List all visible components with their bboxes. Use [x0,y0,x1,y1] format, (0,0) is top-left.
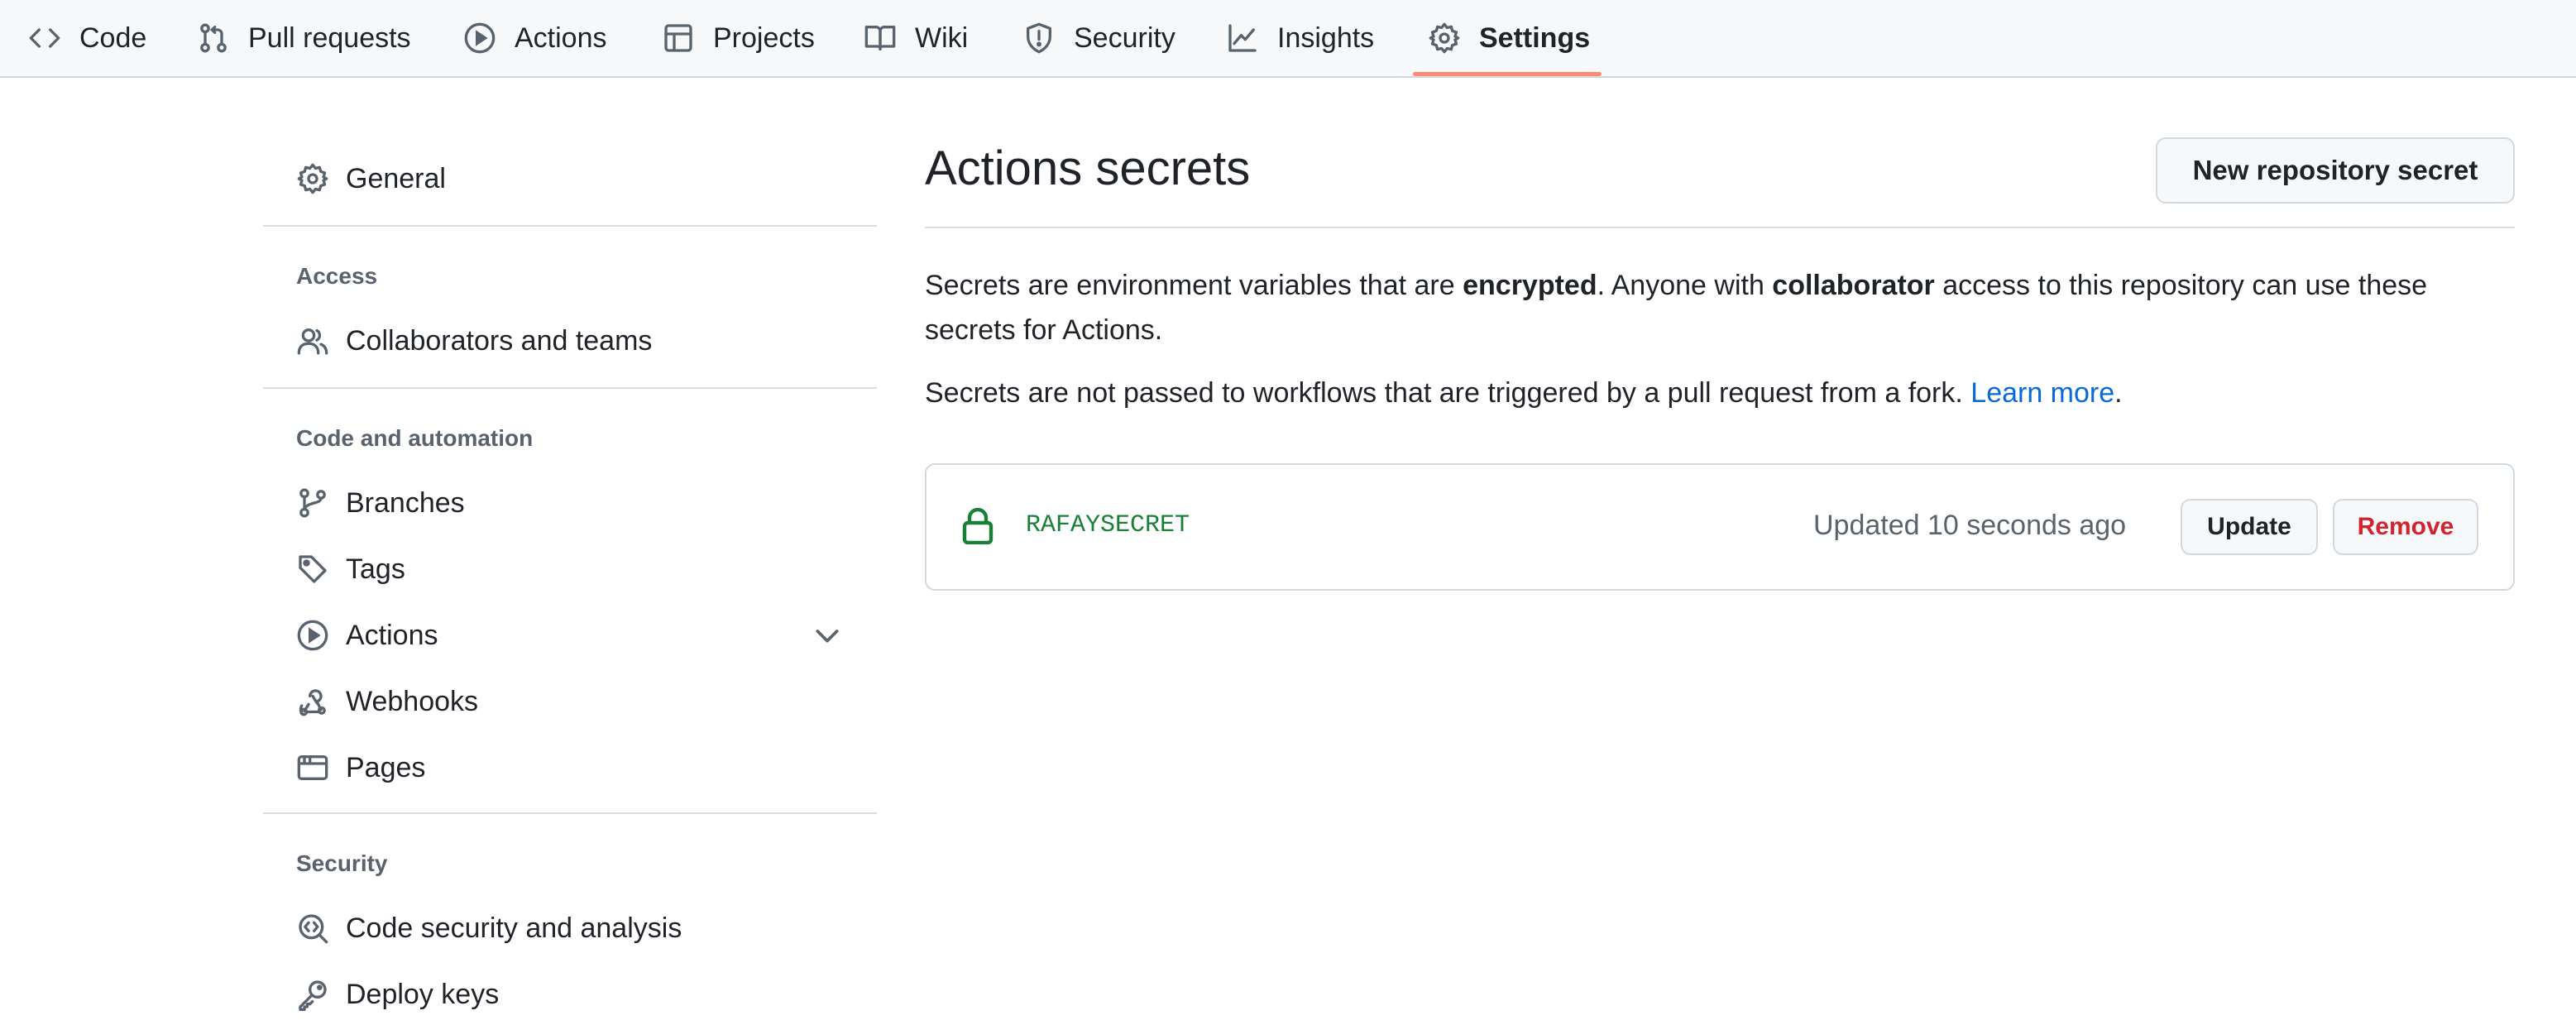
sidebar-item-webhooks[interactable]: Webhooks [296,678,478,725]
remove-secret-button[interactable]: Remove [2333,499,2478,555]
sidebar-item-branches[interactable]: Branches [296,480,465,526]
tab-settings[interactable]: Settings [1428,0,1590,76]
sidebar-item-deploy-keys[interactable]: Deploy keys [296,971,499,1018]
secret-name: RAFAYSECRET [1026,511,1190,539]
tab-insights[interactable]: Insights [1226,0,1374,76]
sidebar-item-label: Deploy keys [346,978,500,1010]
tab-projects-label: Projects [713,22,815,54]
tab-settings-label: Settings [1479,22,1591,54]
tag-icon [299,555,327,583]
repo-nav: Code Pull requests Actions Projects Wiki… [0,0,2576,78]
sidebar-divider [263,812,877,814]
tab-pull-requests-label: Pull requests [248,22,411,54]
description-emphasis: collaborator [1772,270,1935,301]
tab-pull-requests[interactable]: Pull requests [197,0,411,76]
new-repository-secret-button[interactable]: New repository secret [2156,137,2515,204]
gear-icon [297,163,328,194]
learn-more-link[interactable]: Learn more [1970,377,2114,409]
gear-icon [1429,22,1460,54]
graph-icon [1228,24,1257,52]
git-pull-request-icon [200,23,227,53]
sidebar-divider [263,387,877,389]
sidebar-item-label: Pages [346,751,426,783]
chevron-down-icon[interactable] [811,619,844,652]
description-text: Secrets are environment variables that a… [925,270,1463,301]
sidebar-heading-access: Access [296,263,378,289]
tab-security-label: Security [1074,22,1175,54]
codescan-icon [299,914,328,944]
tab-code-label: Code [79,22,147,54]
people-icon [297,328,328,355]
sidebar-item-label: Actions [346,619,438,651]
secrets-description: Secrets are environment variables that a… [925,263,2521,352]
sidebar-item-actions[interactable]: Actions [296,612,438,659]
sidebar-item-pages[interactable]: Pages [296,745,425,791]
description-emphasis: encrypted [1463,270,1597,301]
sidebar-item-label: Collaborators and teams [346,324,653,357]
tab-security[interactable]: Security [1022,0,1175,76]
lock-icon [962,508,994,544]
browser-icon [297,755,328,780]
play-icon [297,620,328,651]
sidebar-heading-code-automation: Code and automation [296,425,534,451]
tab-wiki[interactable]: Wiki [864,0,968,76]
sidebar-item-general[interactable]: General [296,156,446,202]
sidebar-item-label: General [346,162,446,194]
table-icon [664,24,692,52]
sidebar-heading-security: Security [296,850,388,876]
tab-actions-label: Actions [515,22,607,54]
sidebar-item-code-security[interactable]: Code security and analysis [296,905,682,951]
title-divider [925,227,2515,228]
tab-projects[interactable]: Projects [662,0,815,76]
page-title: Actions secrets [925,141,1251,195]
code-icon [29,28,60,48]
sidebar-item-label: Branches [346,486,465,519]
tab-wiki-label: Wiki [915,22,969,54]
tab-actions[interactable]: Actions [463,0,607,76]
sidebar-item-collaborators[interactable]: Collaborators and teams [296,318,652,364]
fork-note-text: Secrets are not passed to workflows that… [925,377,1971,409]
update-secret-button[interactable]: Update [2181,499,2318,555]
tab-insights-label: Insights [1277,22,1375,54]
secret-updated-time: Updated 10 seconds ago [1813,510,2127,541]
tab-code[interactable]: Code [28,0,146,76]
webhook-icon [299,689,326,716]
sidebar-divider [263,225,877,227]
active-tab-indicator [1413,72,1602,76]
fork-note: Secrets are not passed to workflows that… [925,371,2521,415]
play-icon [464,22,496,54]
description-text: . Anyone with [1597,270,1773,301]
sidebar-item-label: Webhooks [346,685,479,717]
key-icon [299,980,327,1011]
sidebar-item-label: Tags [346,553,405,585]
sidebar-item-label: Code security and analysis [346,912,682,944]
git-branch-icon [299,488,326,518]
sidebar-item-tags[interactable]: Tags [296,546,405,592]
book-icon [864,25,896,50]
shield-icon [1027,22,1051,54]
fork-note-end: . [2114,377,2123,409]
